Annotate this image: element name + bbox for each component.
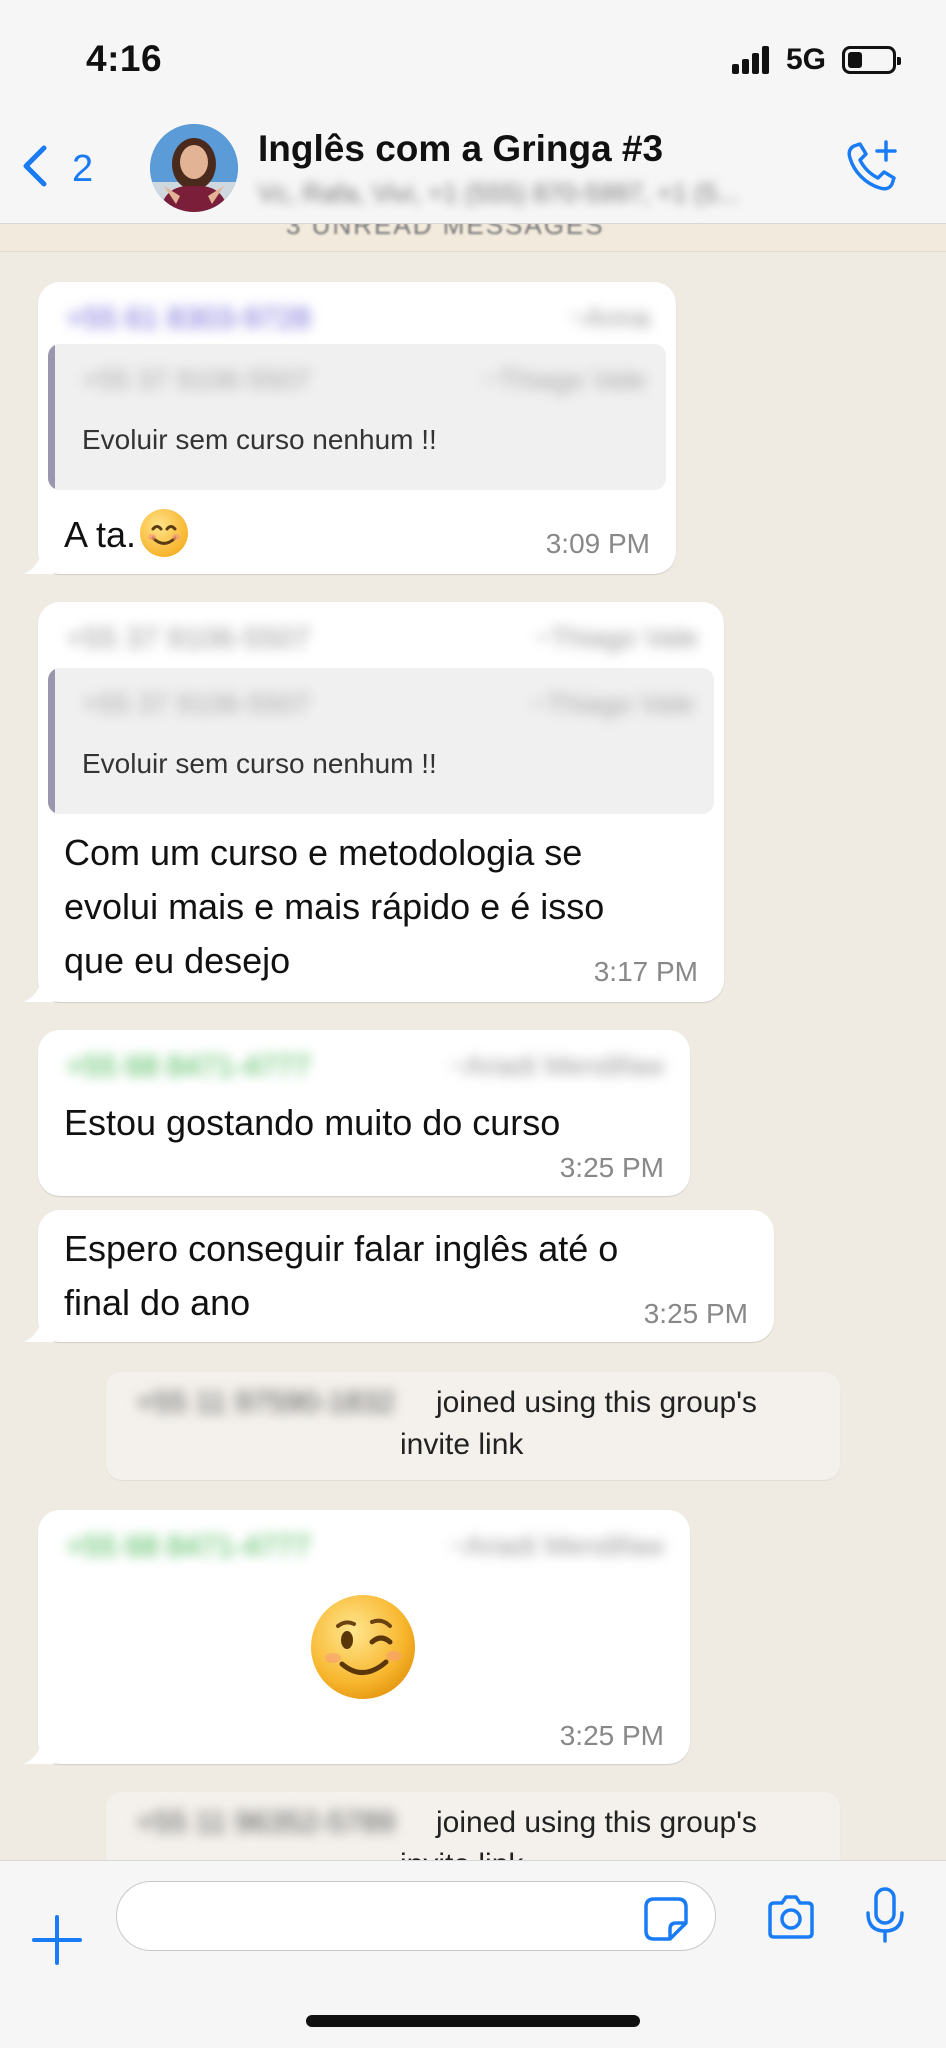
- message-sender[interactable]: +55 68 8471-4777: [66, 1050, 310, 1084]
- sticker-button[interactable]: [642, 1895, 690, 1943]
- quote-bar: [48, 668, 55, 814]
- system-message-phone[interactable]: +55 11 96352-5789: [136, 1806, 395, 1840]
- quoted-message[interactable]: +55 37 9106-5507 ~Thiago Vale Evoluir se…: [48, 344, 666, 490]
- unread-chats-count: 2: [72, 148, 94, 190]
- system-message-phone[interactable]: +55 11 97590-1832: [136, 1386, 395, 1420]
- mic-icon: [866, 1887, 904, 1943]
- add-call-icon: [847, 140, 897, 191]
- message-bubble[interactable]: +55 68 8471-4777 ~Ariadi Mendifaw 3:25 P…: [24, 1510, 690, 1764]
- message-text: Com um curso e metodologia se evolui mai…: [64, 832, 605, 981]
- system-message: +55 11 96352-5789 joined using this grou…: [106, 1792, 840, 1860]
- composer-bar: [0, 1860, 946, 2048]
- system-message-text: invite link: [400, 1848, 523, 1860]
- quoted-sender: +55 37 9106-5507: [82, 364, 311, 395]
- signal-strength-icon: [732, 46, 774, 74]
- message-bubble[interactable]: +55 61 8303-9728 ~Anna +55 37 9106-5507 …: [24, 282, 676, 574]
- system-message: +55 11 97590-1832 joined using this grou…: [106, 1372, 840, 1480]
- camera-button[interactable]: [762, 1889, 820, 1947]
- bubble-tail: [24, 548, 54, 574]
- message-sender-name: ~Anna: [568, 302, 650, 333]
- system-message-text: invite link: [400, 1428, 524, 1461]
- back-button[interactable]: 2: [16, 136, 106, 196]
- quote-bar: [48, 344, 55, 490]
- system-message-text: joined using this group's: [436, 1806, 757, 1839]
- group-participants[interactable]: Vc, Rafa, Vivi, +1 (555) 870-5997, +1 (5…: [258, 178, 739, 209]
- bubble-tail: [24, 1316, 54, 1342]
- message-sender[interactable]: +55 61 8303-9728: [66, 302, 310, 336]
- smiling-face-emoji-icon: [140, 509, 189, 558]
- status-bar: 4:16 5G: [0, 0, 946, 118]
- group-title[interactable]: Inglês com a Gringa #3: [258, 128, 663, 170]
- message-text: Estou gostando muito do curso: [64, 1102, 561, 1143]
- voice-message-button[interactable]: [858, 1885, 912, 1947]
- message-bubble[interactable]: +55 37 9106-5507 ~Thiago Vale +55 37 910…: [24, 602, 724, 1002]
- message-text: A ta.: [64, 508, 189, 562]
- back-chevron-icon: [23, 145, 47, 187]
- message-sender-name: ~Ariadi Mendifaw: [448, 1050, 664, 1081]
- system-message-text: joined using this group's: [436, 1386, 757, 1419]
- message-time: 3:25 PM: [559, 1152, 664, 1183]
- battery-icon: [842, 46, 901, 74]
- unread-messages-banner: 3 UNREAD MESSAGES: [0, 224, 946, 252]
- quoted-sender: +55 37 9106-5507: [82, 688, 311, 719]
- quoted-text: Evoluir sem curso nenhum !!: [82, 424, 437, 455]
- plus-icon: [32, 1915, 82, 1965]
- message-bubble[interactable]: +55 68 8471-4777 ~Ariadi Mendifaw Estou …: [38, 1030, 690, 1196]
- message-sender[interactable]: +55 37 9106-5507: [66, 622, 310, 656]
- message-text: Espero conseguir falar inglês até o fina…: [64, 1228, 619, 1323]
- message-input[interactable]: [116, 1881, 716, 1951]
- add-call-button[interactable]: [842, 136, 902, 196]
- message-time: 3:17 PM: [593, 956, 698, 987]
- quoted-sender-name: ~Thiago Vale: [530, 688, 694, 719]
- unread-messages-label: 3 UNREAD MESSAGES: [286, 224, 605, 240]
- network-type: 5G: [786, 43, 827, 76]
- message-sender[interactable]: +55 68 8471-4777: [66, 1530, 310, 1564]
- attach-button[interactable]: [28, 1911, 86, 1969]
- bubble-tail: [24, 976, 54, 1002]
- group-avatar[interactable]: [150, 124, 238, 212]
- quoted-text: Evoluir sem curso nenhum !!: [82, 748, 437, 779]
- message-bubble[interactable]: Espero conseguir falar inglês até o fina…: [24, 1210, 774, 1342]
- bubble-tail: [24, 1738, 54, 1764]
- winking-face-emoji-icon: [308, 1592, 418, 1702]
- message-sender-name: ~Ariadi Mendifaw: [448, 1530, 664, 1561]
- quoted-message[interactable]: +55 37 9106-5507 ~Thiago Vale Evoluir se…: [48, 668, 714, 814]
- quoted-sender-name: ~Thiago Vale: [482, 364, 646, 395]
- status-time: 4:16: [86, 38, 163, 79]
- message-time: 3:25 PM: [643, 1298, 748, 1329]
- sticker-icon: [644, 1897, 688, 1941]
- message-time: 3:09 PM: [545, 528, 650, 559]
- home-indicator[interactable]: [306, 2015, 640, 2027]
- message-list[interactable]: +55 61 8303-9728 ~Anna +55 37 9106-5507 …: [0, 252, 946, 1860]
- camera-icon: [768, 1895, 814, 1939]
- chat-header: 2 Inglês com a Gringa #3 Vc, Rafa, Vivi,…: [0, 118, 946, 224]
- message-sender-name: ~Thiago Vale: [534, 622, 698, 653]
- message-time: 3:25 PM: [559, 1720, 664, 1751]
